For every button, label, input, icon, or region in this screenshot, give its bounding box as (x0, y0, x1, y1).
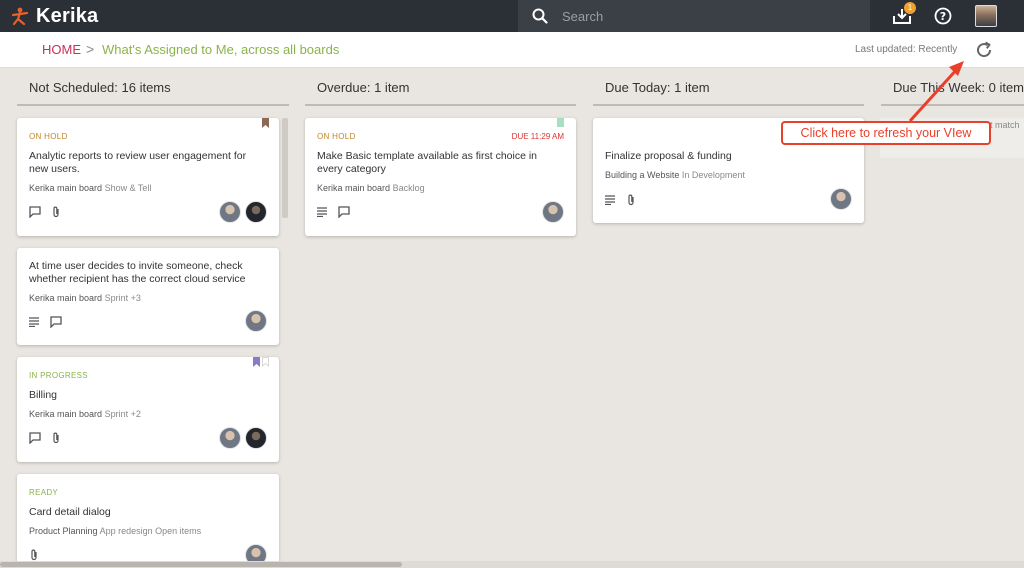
board-name: Building a Website (605, 170, 680, 180)
assignee-avatar (830, 188, 852, 210)
status-label: READY (29, 488, 59, 497)
bookmark-outline-icon (262, 357, 269, 367)
search-icon[interactable] (518, 0, 562, 32)
status-label: ON HOLD (29, 132, 68, 141)
card-analytic-reports[interactable]: ON HOLD Analytic reports to review user … (17, 118, 279, 236)
breadcrumb-home-link[interactable]: HOME (42, 42, 81, 57)
column-title: Overdue: 1 item (317, 80, 410, 95)
user-avatar (975, 5, 997, 27)
card-title: Card detail dialog (29, 506, 111, 518)
breadcrumb-bar: HOME > What's Assigned to Me, across all… (0, 32, 1024, 68)
column-title: Not Scheduled: 16 items (29, 80, 171, 95)
card-invite-check[interactable]: At time user decides to invite someone, … (17, 248, 279, 345)
column-due-today: Due Today: 1 item (593, 68, 864, 106)
card-title: Analytic reports to review user engageme… (29, 150, 247, 175)
status-label: ON HOLD (317, 132, 356, 141)
attachment-icon (53, 432, 59, 444)
empty-column-text: t match (990, 120, 1020, 130)
chat-icon (338, 206, 350, 218)
horizontal-scrollbar-thumb[interactable] (0, 562, 402, 567)
kerika-logo[interactable]: Kerika (10, 4, 98, 28)
assignee-avatar (245, 427, 267, 449)
board-column: Sprint +2 (104, 409, 141, 419)
callout-text: Click here to refresh your VIew (800, 126, 972, 140)
assignee-avatar (542, 201, 564, 223)
chevron-right-icon: > (86, 41, 95, 57)
attachment-icon (53, 206, 59, 218)
attachment-icon (628, 194, 634, 206)
card-board-info: Kerika main board Sprint +3 (29, 293, 141, 303)
notification-badge: 1 (904, 2, 916, 14)
card-title: Make Basic template available as first c… (317, 150, 538, 175)
svg-text:?: ? (940, 10, 946, 23)
board-name: Kerika main board (29, 409, 103, 419)
assignee-avatar (219, 427, 241, 449)
column-scrollbar[interactable] (282, 118, 288, 218)
help-button[interactable]: ? (925, 0, 961, 32)
board-column: In Development (681, 170, 745, 180)
chat-icon (50, 316, 62, 328)
refresh-button[interactable] (972, 38, 996, 62)
card-title: Billing (29, 389, 58, 401)
board-name: Kerika main board (317, 183, 391, 193)
card-billing[interactable]: IN PROGRESS Billing Kerika main board Sp… (17, 357, 279, 462)
app-name: Kerika (36, 4, 99, 27)
due-date-label: DUE 11:29 AM (511, 132, 564, 141)
column-title: Due This Week: 0 items (893, 80, 1024, 95)
board-name: Kerika main board (29, 293, 103, 303)
board-column: Backlog (392, 183, 425, 193)
bookmark-flag-icon (253, 357, 260, 367)
card-board-info: Building a Website In Development (605, 170, 745, 180)
board-name: Kerika main board (29, 183, 103, 193)
chat-icon (29, 432, 41, 444)
description-icon (29, 317, 39, 327)
kerika-logo-icon (11, 7, 29, 26)
help-icon: ? (934, 7, 952, 25)
column-not-scheduled: Not Scheduled: 16 items (17, 68, 289, 106)
card-board-info: Kerika main board Show & Tell (29, 183, 151, 193)
page-title: What's Assigned to Me, across all boards (102, 42, 340, 57)
card-board-info: Product Planning App redesign Open items (29, 526, 201, 536)
label-marker (557, 118, 564, 127)
status-label: IN PROGRESS (29, 371, 88, 380)
board-name: Product Planning (29, 526, 98, 536)
column-overdue: Overdue: 1 item (305, 68, 576, 106)
description-icon (605, 195, 615, 205)
description-icon (317, 207, 327, 217)
top-bar: Kerika 1 ? (0, 0, 1024, 32)
refresh-icon (977, 41, 992, 58)
card-detail-dialog[interactable]: READY Card detail dialog Product Plannin… (17, 474, 279, 566)
assignee-avatar (245, 201, 267, 223)
card-title: At time user decides to invite someone, … (29, 260, 246, 285)
user-menu-button[interactable] (968, 0, 1004, 32)
board-column: Sprint +3 (104, 293, 141, 303)
column-due-this-week: Due This Week: 0 items (881, 68, 1024, 106)
board-column: Show & Tell (104, 183, 152, 193)
inbox-button[interactable]: 1 (884, 0, 920, 32)
column-title: Due Today: 1 item (605, 80, 710, 95)
card-basic-template[interactable]: ON HOLD DUE 11:29 AM Make Basic template… (305, 118, 576, 236)
chat-icon (29, 206, 41, 218)
attachment-icon (31, 549, 37, 561)
assignee-avatar (219, 201, 241, 223)
card-title: Finalize proposal & funding (605, 150, 732, 162)
board-column: App redesign Open items (99, 526, 202, 536)
assignee-avatar (245, 310, 267, 332)
search-bar[interactable] (518, 0, 870, 32)
card-board-info: Kerika main board Sprint +2 (29, 409, 141, 419)
search-input[interactable] (562, 8, 842, 24)
bookmark-flag-icon (262, 118, 269, 128)
last-updated-text: Last updated: Recently (855, 44, 958, 55)
card-board-info: Kerika main board Backlog (317, 183, 425, 193)
refresh-hint-callout: Click here to refresh your VIew (781, 121, 991, 145)
